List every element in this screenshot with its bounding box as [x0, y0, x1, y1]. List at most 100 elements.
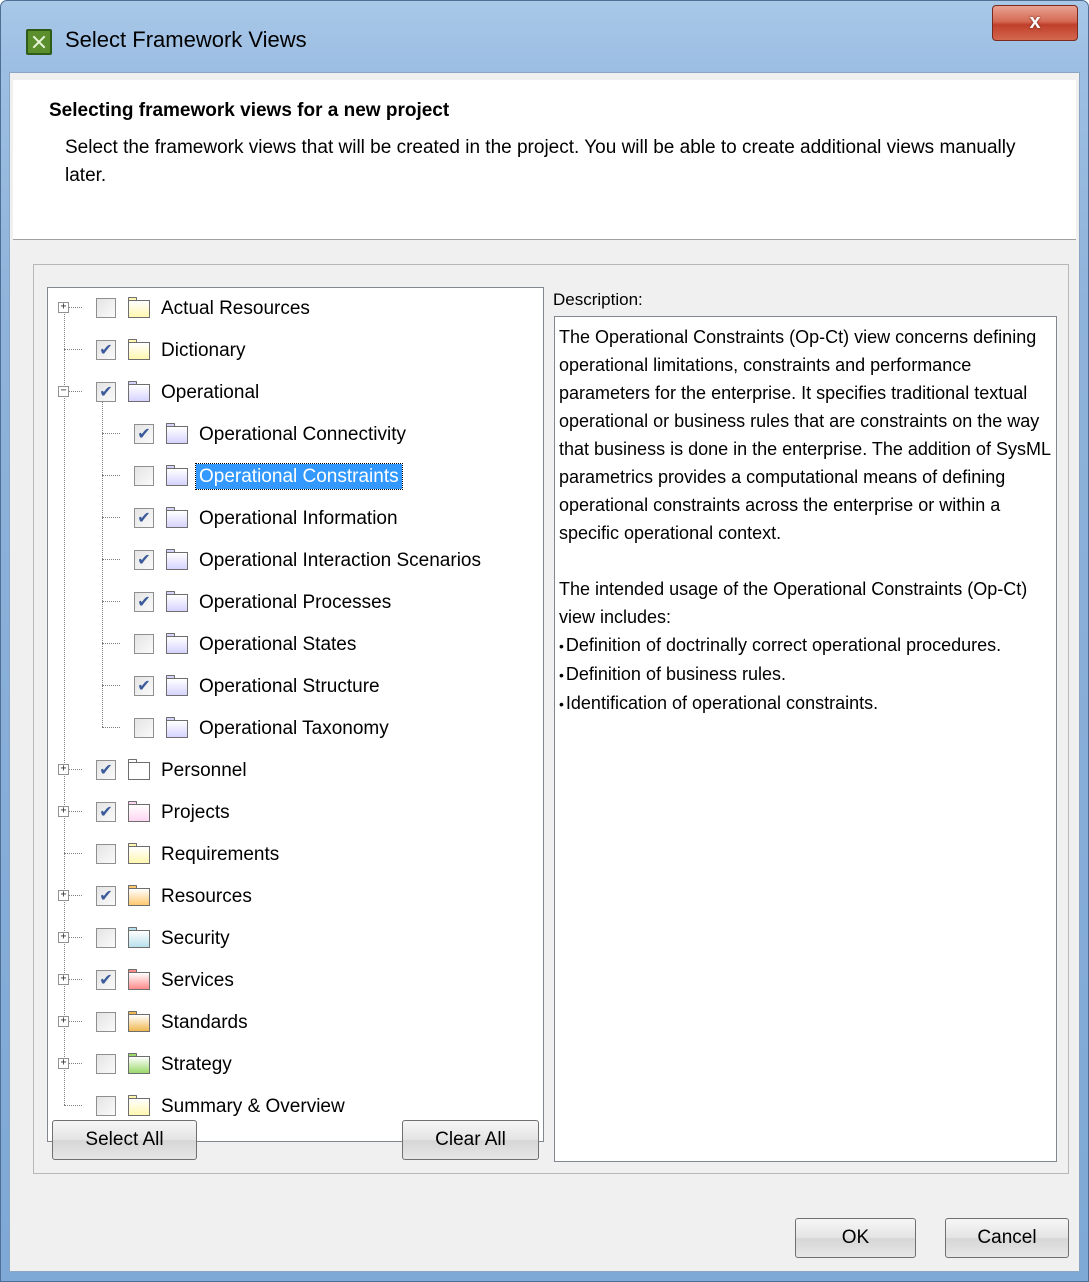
select-all-button[interactable]: Select All: [52, 1120, 197, 1160]
tree-item-checkbox[interactable]: [96, 1012, 116, 1032]
folder-icon: [128, 758, 150, 780]
description-paragraph: The Operational Constraints (Op-Ct) view…: [559, 327, 1051, 543]
tree-item-checkbox[interactable]: [134, 634, 154, 654]
tree-item-label: Resources: [161, 886, 252, 907]
expand-icon[interactable]: +: [58, 932, 69, 943]
tree-item[interactable]: + Security: [48, 922, 543, 956]
tree-item-checkbox[interactable]: ✔: [134, 508, 154, 528]
tree-item[interactable]: ✔ Operational Information: [48, 502, 543, 536]
title-bar[interactable]: Select Framework Views x: [1, 1, 1088, 73]
tree-item-label: Projects: [161, 802, 230, 823]
folder-icon: [128, 842, 150, 864]
folder-icon: [166, 716, 188, 738]
tree-item[interactable]: Operational Constraints: [48, 460, 543, 494]
close-button[interactable]: x: [992, 5, 1078, 41]
tree-item-label: Strategy: [161, 1054, 232, 1075]
tree-item-checkbox[interactable]: [96, 928, 116, 948]
tree-item[interactable]: ✔ Operational Connectivity: [48, 418, 543, 452]
tree-item-checkbox[interactable]: ✔: [96, 340, 116, 360]
folder-icon: [128, 1094, 150, 1116]
tree-item-label: Personnel: [161, 760, 247, 781]
folder-icon: [128, 884, 150, 906]
tree-item-label: Requirements: [161, 844, 280, 865]
folder-icon: [128, 338, 150, 360]
tree-item-label: Services: [161, 970, 234, 991]
tree-item[interactable]: + ✔ Resources: [48, 880, 543, 914]
tree-item-label: Operational Interaction Scenarios: [199, 550, 481, 571]
expand-icon[interactable]: +: [58, 890, 69, 901]
tree-item-checkbox[interactable]: [134, 718, 154, 738]
cancel-button[interactable]: Cancel: [945, 1218, 1069, 1258]
window-title: Select Framework Views: [65, 27, 307, 52]
tree-item-checkbox[interactable]: [96, 298, 116, 318]
expand-icon[interactable]: +: [58, 806, 69, 817]
tree-item-label: Operational Constraints: [195, 463, 403, 490]
tree-item-label: Dictionary: [161, 340, 246, 361]
description-text-area[interactable]: The Operational Constraints (Op-Ct) view…: [554, 316, 1057, 1162]
tree-item[interactable]: + ✔ Projects: [48, 796, 543, 830]
expand-icon[interactable]: +: [58, 1058, 69, 1069]
tree-item-checkbox[interactable]: ✔: [134, 424, 154, 444]
tree-connector-line: [102, 517, 120, 518]
tree-item-checkbox[interactable]: [134, 466, 154, 486]
tree-item-checkbox[interactable]: ✔: [134, 550, 154, 570]
folder-icon: [128, 968, 150, 990]
tree-connector-line: [64, 1105, 82, 1106]
tree-item-checkbox[interactable]: [96, 844, 116, 864]
tree-connector-line: [64, 349, 82, 350]
tree-item[interactable]: Operational States: [48, 628, 543, 662]
tree-connector-line: [102, 559, 120, 560]
expand-icon[interactable]: +: [58, 974, 69, 985]
tree-connector-line: [102, 643, 120, 644]
tree-connector-line: [102, 727, 120, 728]
tree-item[interactable]: ✔ Dictionary: [48, 334, 543, 368]
tree-item[interactable]: + Standards: [48, 1006, 543, 1040]
description-usage-intro: The intended usage of the Operational Co…: [559, 579, 1028, 627]
tree-item-label: Standards: [161, 1012, 248, 1033]
tree-connector-line: [102, 433, 120, 434]
tree-connector-line: [102, 475, 120, 476]
tree-item[interactable]: + ✔ Services: [48, 964, 543, 998]
collapse-icon[interactable]: −: [58, 386, 69, 397]
tree-item[interactable]: + ✔ Personnel: [48, 754, 543, 788]
tree-item[interactable]: + Strategy: [48, 1048, 543, 1082]
header-description: Select the framework views that will be …: [65, 137, 1016, 186]
tree-item[interactable]: Operational Taxonomy: [48, 712, 543, 746]
tree-connector-line: [102, 685, 120, 686]
expand-icon[interactable]: +: [58, 764, 69, 775]
tree-item-checkbox[interactable]: ✔: [134, 592, 154, 612]
folder-icon: [128, 926, 150, 948]
tree-item[interactable]: ✔ Operational Processes: [48, 586, 543, 620]
clear-all-button[interactable]: Clear All: [402, 1120, 539, 1160]
folder-icon: [166, 506, 188, 528]
header-title: Selecting framework views for a new proj…: [49, 100, 450, 121]
tree-item-label: Security: [161, 928, 230, 949]
expand-icon[interactable]: +: [58, 302, 69, 313]
tree-item[interactable]: + Actual Resources: [48, 292, 543, 326]
tree-item[interactable]: ✔ Operational Interaction Scenarios: [48, 544, 543, 578]
tree-item[interactable]: ✔ Operational Structure: [48, 670, 543, 704]
tree-item-checkbox[interactable]: [96, 1054, 116, 1074]
tree-item[interactable]: − ✔ Operational: [48, 376, 543, 410]
tree-item-checkbox[interactable]: ✔: [96, 886, 116, 906]
tree-item-label: Operational Taxonomy: [199, 718, 389, 739]
tree-item-label: Operational: [161, 382, 260, 403]
tree-item-label: Summary & Overview: [161, 1096, 345, 1117]
tree-item[interactable]: Requirements: [48, 838, 543, 872]
tree-item-checkbox[interactable]: ✔: [134, 676, 154, 696]
tree-item-checkbox[interactable]: ✔: [96, 970, 116, 990]
framework-views-tree[interactable]: + Actual Resources ✔ Dictionary − ✔ Operationa…: [47, 287, 544, 1142]
tree-item-checkbox[interactable]: ✔: [96, 760, 116, 780]
tree-item-checkbox[interactable]: [96, 1096, 116, 1116]
folder-icon: [128, 1052, 150, 1074]
folder-icon: [128, 380, 150, 402]
folder-icon: [166, 674, 188, 696]
tree-item-checkbox[interactable]: ✔: [96, 802, 116, 822]
tree-item-checkbox[interactable]: ✔: [96, 382, 116, 402]
tree-item-label: Operational States: [199, 634, 357, 655]
folder-icon: [166, 590, 188, 612]
ok-button[interactable]: OK: [795, 1218, 916, 1258]
folder-icon: [166, 548, 188, 570]
tree-item[interactable]: Summary & Overview: [48, 1090, 543, 1124]
expand-icon[interactable]: +: [58, 1016, 69, 1027]
